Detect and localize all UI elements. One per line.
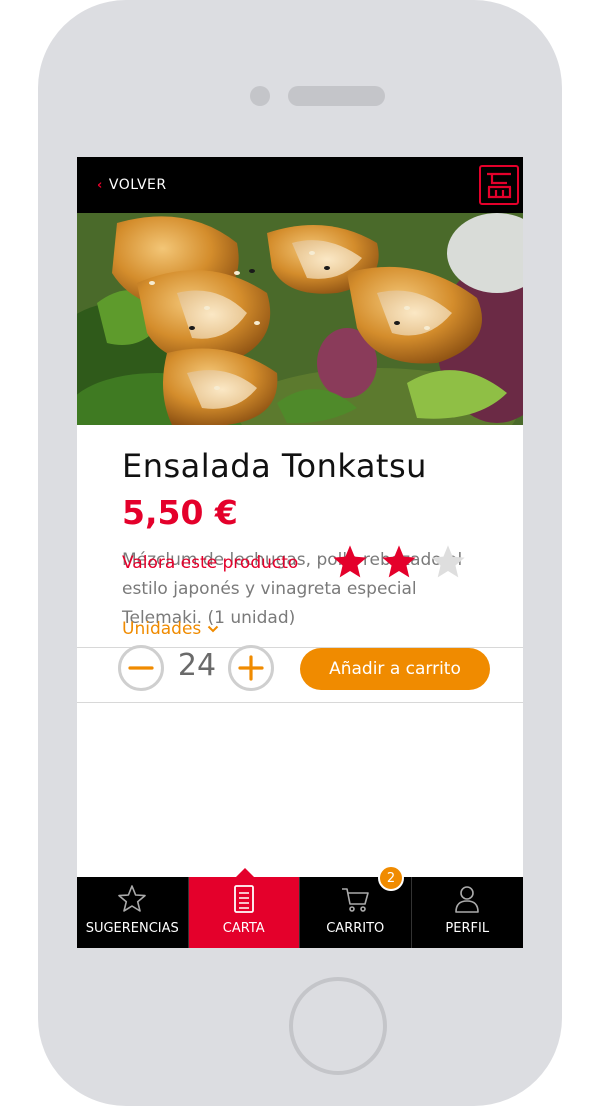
chevron-down-icon — [208, 625, 219, 633]
tab-label: CARTA — [222, 921, 265, 936]
tab-perfil[interactable]: PERFIL — [412, 877, 524, 948]
bottom-tab-bar: SUGERENCIAS CARTA 2 CARRITO PERFIL — [77, 865, 524, 948]
cart-count-badge: 2 — [378, 865, 404, 891]
increase-quantity-button[interactable] — [228, 645, 274, 691]
home-button[interactable] — [289, 977, 387, 1075]
rating-stars[interactable] — [331, 543, 467, 581]
back-label: VOLVER — [108, 177, 167, 193]
divider — [77, 702, 523, 703]
tab-label: CARRITO — [326, 921, 385, 936]
tab-sugerencias[interactable]: SUGERENCIAS — [77, 877, 189, 948]
units-label: Unidades — [122, 619, 202, 639]
tab-carta[interactable]: CARTA — [188, 868, 300, 948]
back-button[interactable]: ‹ VOLVER — [97, 177, 167, 193]
star-empty-icon[interactable] — [429, 543, 467, 581]
decrease-quantity-button[interactable] — [118, 645, 164, 691]
product-title: Ensalada Tonkatsu — [122, 447, 427, 485]
product-price: 5,50 € — [122, 493, 238, 532]
user-icon — [455, 886, 480, 913]
plus-icon — [238, 655, 264, 681]
telemaki-logo-icon[interactable] — [479, 165, 519, 205]
add-to-cart-button[interactable]: Añadir a carrito — [300, 648, 490, 690]
quantity-value: 24 — [177, 648, 217, 683]
product-image — [77, 213, 523, 425]
tab-label: SUGERENCIAS — [85, 921, 179, 936]
earpiece-speaker — [288, 86, 385, 106]
star-filled-icon[interactable] — [380, 543, 418, 581]
star-filled-icon[interactable] — [331, 543, 369, 581]
chevron-left-icon: ‹ — [97, 177, 103, 193]
app-screen: ‹ VOLVER Ensalada Tonkatsu 5,50 € Mézclu… — [77, 157, 523, 948]
minus-icon — [128, 666, 154, 670]
tab-carrito[interactable]: 2 CARRITO — [300, 865, 412, 948]
star-outline-icon — [118, 885, 147, 912]
front-camera — [250, 86, 270, 106]
units-dropdown[interactable]: Unidades — [122, 619, 219, 639]
active-tab-indicator — [235, 868, 254, 877]
menu-card-icon — [233, 885, 254, 913]
top-bar: ‹ VOLVER — [77, 157, 523, 213]
rating-label: Valora este producto — [122, 553, 299, 573]
tab-label: PERFIL — [445, 921, 490, 936]
cart-icon — [342, 888, 370, 912]
